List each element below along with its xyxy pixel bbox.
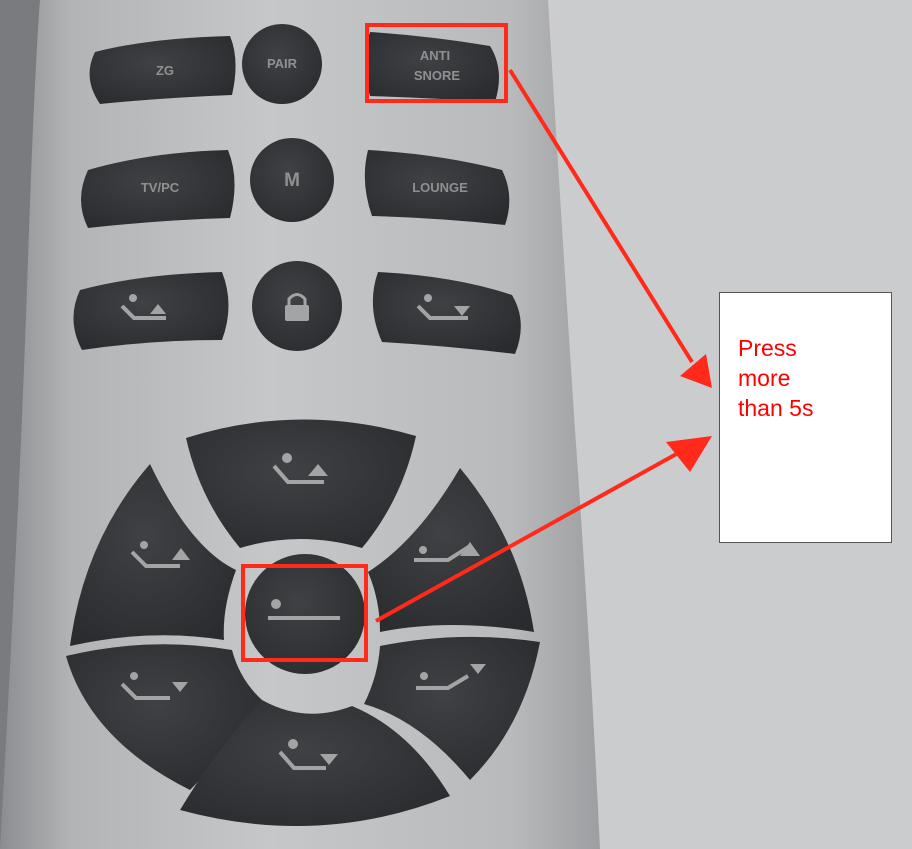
anti-snore-label-line2: SNORE bbox=[414, 68, 461, 83]
memory-button[interactable]: M bbox=[250, 138, 334, 222]
callout-text: Press more than 5s bbox=[738, 335, 814, 421]
zg-label: ZG bbox=[156, 63, 174, 78]
pair-button[interactable]: PAIR bbox=[242, 24, 322, 104]
flat-button[interactable] bbox=[245, 554, 365, 674]
lounge-label: LOUNGE bbox=[412, 180, 468, 195]
lock-button[interactable] bbox=[252, 261, 342, 351]
tv-pc-label: TV/PC bbox=[141, 180, 180, 195]
anti-snore-label-line1: ANTI bbox=[420, 48, 450, 63]
memory-label: M bbox=[284, 170, 300, 191]
callout-box: Press more than 5s bbox=[719, 292, 892, 543]
pair-label: PAIR bbox=[267, 56, 298, 71]
